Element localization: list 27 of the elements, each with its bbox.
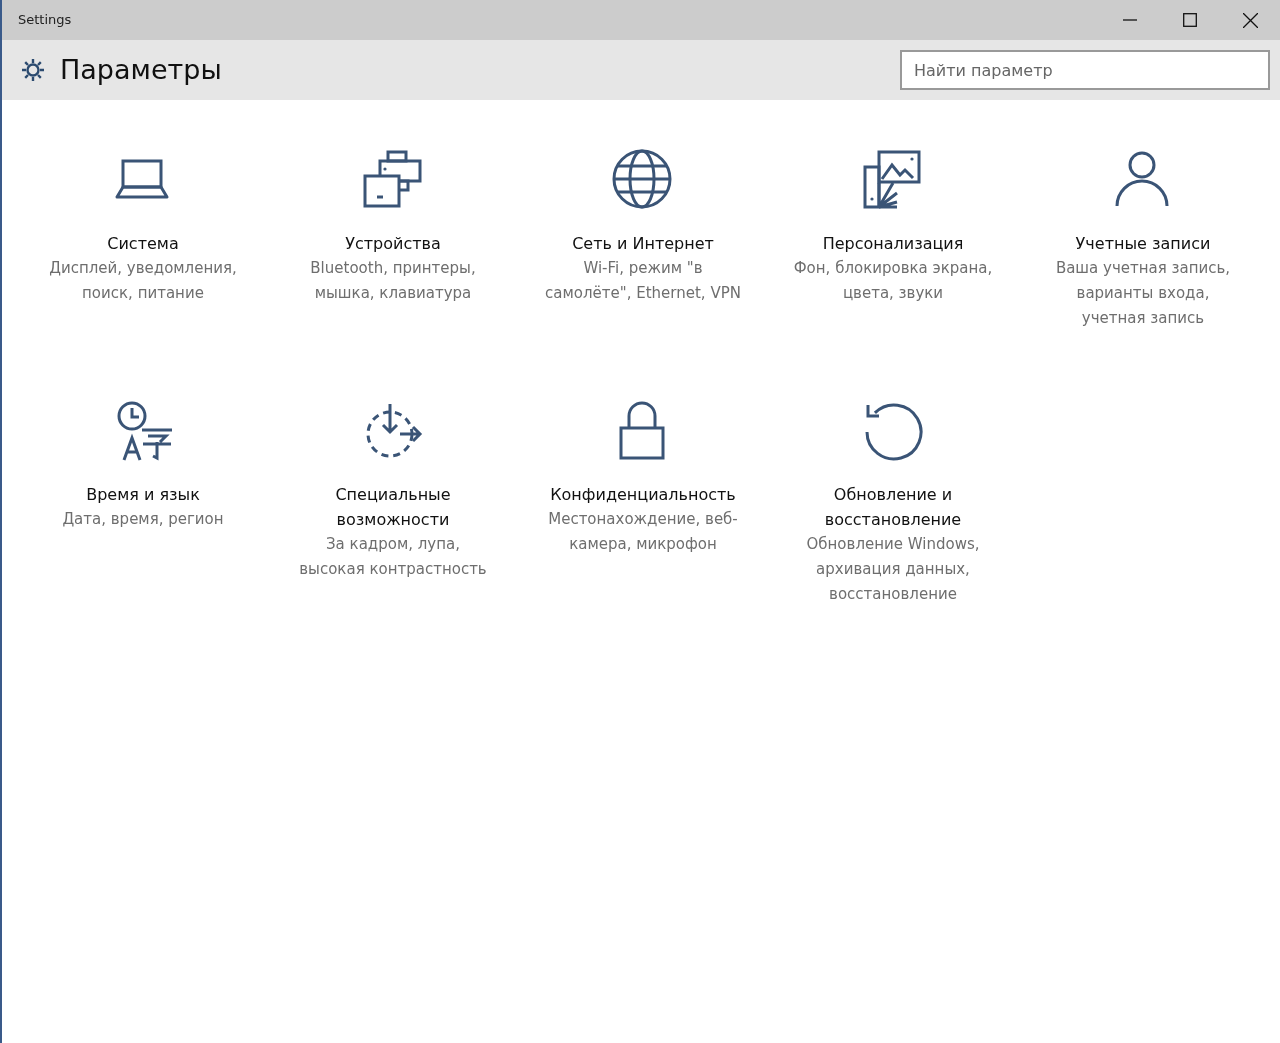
category-title[interactable]: Сеть и Интернет <box>543 231 743 256</box>
category-description: Bluetooth, принтеры, мышка, клавиатура <box>309 258 477 304</box>
category-title[interactable]: Учетные записи <box>1043 231 1243 256</box>
category-title[interactable]: Персонализация <box>793 231 993 256</box>
category-description: За кадром, лупа, высокая контрастность <box>298 534 488 580</box>
category-title[interactable]: Система <box>43 231 243 256</box>
maximize-icon <box>1183 13 1197 27</box>
category-description: Дата, время, регион <box>61 509 225 530</box>
category-title[interactable]: Устройства <box>293 231 493 256</box>
category-title[interactable]: Специальные возможности <box>293 482 493 532</box>
search-field[interactable]: Найти параметр <box>900 50 1270 90</box>
globe-icon[interactable] <box>612 149 674 211</box>
window-title: Settings <box>18 11 72 30</box>
category-title[interactable]: Обновление и восстановление <box>793 482 993 532</box>
category-description: Фон, блокировка экрана, цвета, звуки <box>793 258 993 304</box>
category-description: Ваша учетная запись, варианты входа, учетная запись <box>1054 258 1232 329</box>
category-description: Местонахождение, веб-камера, микрофон <box>547 509 739 555</box>
category-title[interactable]: Конфиденциальность <box>543 482 743 507</box>
page-title: Параметры <box>60 52 222 87</box>
category-description: Обновление Windows, архивация данных, восстановление <box>805 534 981 605</box>
category-title[interactable]: Время и язык <box>43 482 243 507</box>
settings-icon <box>20 57 46 83</box>
printers-icon[interactable] <box>362 149 424 211</box>
pictures-icon[interactable] <box>862 149 924 211</box>
category-description: Дисплей, уведомления, поиск, питание <box>48 258 238 304</box>
close-icon <box>1242 12 1258 28</box>
category-description: Wi-Fi, режим "в самолёте", Ethernet, VPN <box>544 258 742 304</box>
